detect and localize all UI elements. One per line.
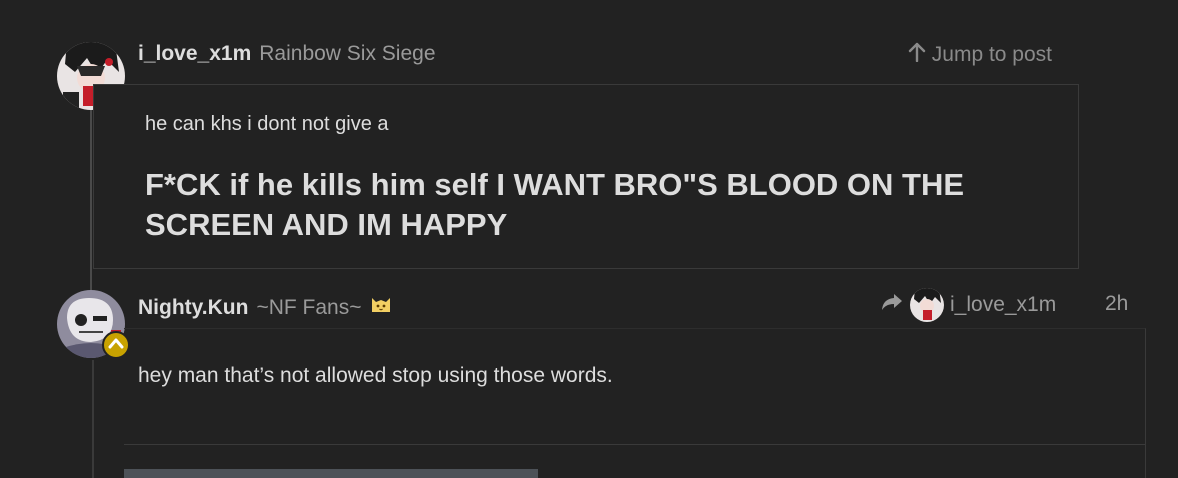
quote-line-1: he can khs i dont not give a bbox=[145, 113, 389, 135]
chevron-up-icon bbox=[108, 336, 124, 354]
arrow-up-icon bbox=[908, 42, 926, 68]
cat-emoji-icon bbox=[369, 292, 393, 314]
post-border bbox=[1145, 445, 1146, 478]
post1-username[interactable]: i_love_x1m bbox=[138, 42, 251, 66]
reply-arrow-icon bbox=[880, 292, 904, 318]
post1-user-title: Rainbow Six Siege bbox=[259, 42, 436, 65]
quoted-post-box: he can khs i dont not give a F*CK if he … bbox=[93, 84, 1079, 269]
reply-to-link[interactable]: i_love_x1m bbox=[880, 288, 1056, 322]
reply-to-username: i_love_x1m bbox=[950, 293, 1057, 316]
quote-line-2: F*CK if he kills him self I WANT BRO"S B… bbox=[145, 167, 965, 242]
jump-to-post-link[interactable]: Jump to post bbox=[908, 42, 1052, 68]
reply-body: hey man that’s not allowed stop using th… bbox=[138, 364, 613, 387]
post-time[interactable]: 2h bbox=[1105, 292, 1128, 316]
reply-to-avatar bbox=[910, 288, 944, 322]
reply-thread-line bbox=[92, 360, 94, 478]
embedded-content-strip bbox=[124, 469, 538, 478]
jump-to-post-label: Jump to post bbox=[931, 43, 1052, 66]
thread-line bbox=[90, 105, 92, 290]
post2-username[interactable]: Nighty.Kun bbox=[138, 296, 248, 320]
post1-header: i_love_x1m Rainbow Six Siege bbox=[138, 42, 436, 66]
post2-header: Nighty.Kun ~NF Fans~ bbox=[138, 292, 393, 320]
post2-user-title: ~NF Fans~ bbox=[256, 296, 362, 319]
